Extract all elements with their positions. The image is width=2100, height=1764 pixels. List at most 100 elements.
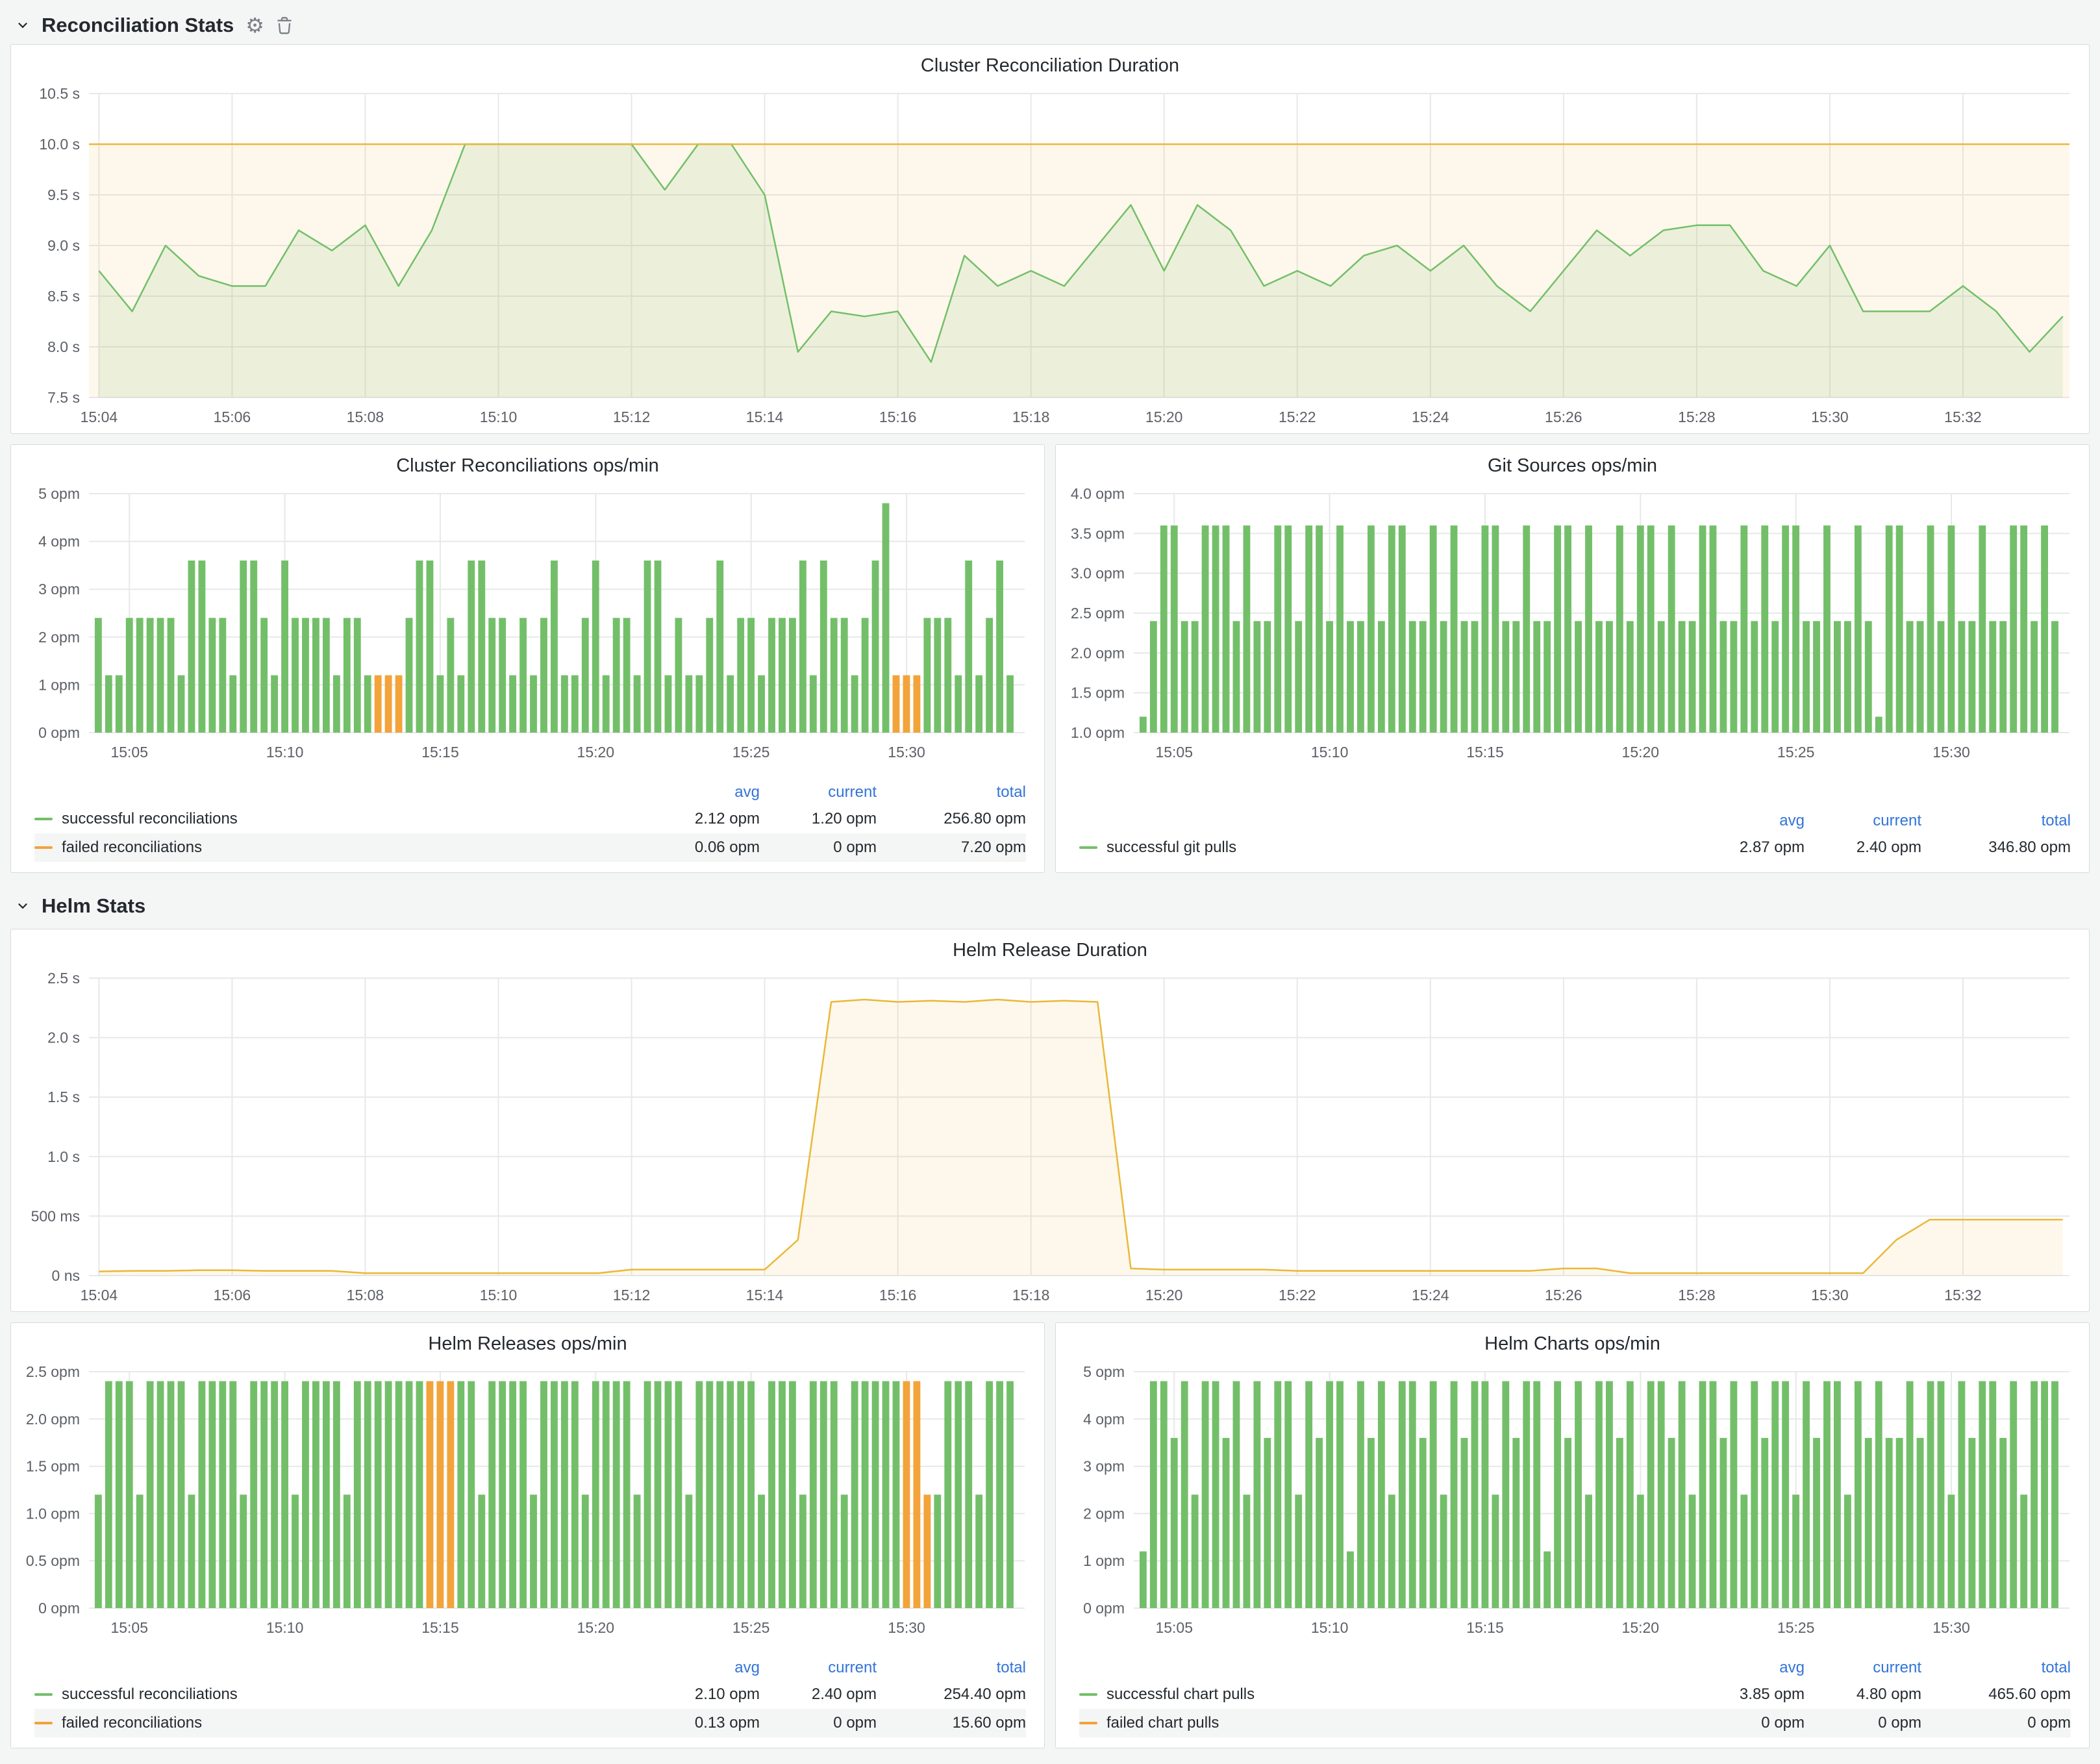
svg-text:0.5 opm: 0.5 opm [26,1552,80,1569]
svg-text:15:22: 15:22 [1279,409,1316,425]
legend-series-label[interactable]: failed reconciliations [34,838,630,857]
trash-icon[interactable] [276,16,293,35]
svg-text:15:05: 15:05 [1155,1619,1193,1636]
panel-title[interactable]: Helm Charts ops/min [1056,1323,2089,1360]
panel-cluster-reconciliation-duration: Cluster Reconciliation Duration 15:0415:… [10,44,2090,434]
legend-sort-avg[interactable]: avg [630,1659,760,1677]
svg-text:15:25: 15:25 [732,744,770,761]
svg-text:2.0 s: 2.0 s [47,1029,80,1046]
legend-value: 2.12 opm [630,810,760,828]
svg-text:3 opm: 3 opm [1083,1458,1125,1475]
legend-value: 346.80 opm [1921,838,2071,857]
svg-text:0 opm: 0 opm [38,1600,80,1617]
legend-series-label[interactable]: failed chart pulls [1079,1714,1675,1732]
section-title: Helm Stats [42,894,145,918]
svg-text:15:25: 15:25 [1777,744,1815,761]
legend-value: 0 opm [1675,1714,1805,1732]
svg-text:15:15: 15:15 [1466,1619,1504,1636]
panel-title[interactable]: Git Sources ops/min [1056,445,2089,482]
panel-title[interactable]: Helm Releases ops/min [11,1323,1044,1360]
helm-releases-opm-chart[interactable]: 15:0515:1015:1515:2015:2515:300 opm0.5 o… [11,1360,1044,1643]
legend-sort-current[interactable]: current [760,783,877,801]
git-sources-opm-chart[interactable]: 15:0515:1015:1515:2015:2515:301.0 opm1.5… [1056,482,2089,768]
legend-row: successful git pulls2.87 opm2.40 opm346.… [1079,833,2071,862]
legend-sort-avg[interactable]: avg [1675,1659,1805,1677]
svg-text:15:24: 15:24 [1412,1287,1449,1304]
legend-sort-current[interactable]: current [760,1659,877,1677]
series-color-dash [34,1693,53,1696]
legend-sort-current[interactable]: current [1805,1659,1921,1677]
svg-text:15:10: 15:10 [266,744,304,761]
legend-series-label[interactable]: failed reconciliations [34,1714,630,1732]
legend-sort-avg[interactable]: avg [630,783,760,801]
legend-sort-current[interactable]: current [1805,812,1921,830]
svg-text:1 opm: 1 opm [38,676,80,693]
legend-value: 0 opm [760,838,877,857]
chevron-down-icon[interactable] [16,18,30,32]
panel-helm-releases-opm: Helm Releases ops/min 15:0515:1015:1515:… [10,1322,1045,1748]
panel-cluster-reconciliations-opm: Cluster Reconciliations ops/min 15:0515:… [10,444,1045,873]
svg-text:15:28: 15:28 [1678,1287,1716,1304]
legend-value: 0 opm [1805,1714,1921,1732]
svg-text:15:20: 15:20 [1622,1619,1660,1636]
panel-title[interactable]: Cluster Reconciliation Duration [11,45,2089,82]
svg-text:500 ms: 500 ms [31,1207,80,1224]
section-header-reconciliation-stats[interactable]: Reconciliation Stats ⚙ [10,6,2090,44]
series-color-dash [1079,846,1097,849]
svg-text:4.0 opm: 4.0 opm [1071,485,1125,502]
svg-text:2.5 opm: 2.5 opm [1071,605,1125,622]
svg-text:15:05: 15:05 [1155,744,1193,761]
svg-text:15:10: 15:10 [1311,744,1349,761]
cluster-reconciliation-duration-chart[interactable]: 15:0415:0615:0815:1015:1215:1415:1615:18… [11,82,2089,433]
svg-text:1 opm: 1 opm [1083,1552,1125,1569]
svg-text:5 opm: 5 opm [1083,1363,1125,1380]
svg-text:15:14: 15:14 [746,1287,784,1304]
svg-text:1.0 opm: 1.0 opm [1071,724,1125,741]
legend-series-label[interactable]: successful git pulls [1079,838,1675,857]
legend-sort-total[interactable]: total [877,1659,1026,1677]
svg-text:1.5 opm: 1.5 opm [1071,685,1125,701]
legend-series-label[interactable]: successful reconciliations [34,1685,630,1704]
svg-text:15:12: 15:12 [613,1287,651,1304]
svg-text:15:18: 15:18 [1012,409,1050,425]
panel-title[interactable]: Cluster Reconciliations ops/min [11,445,1044,482]
gear-icon[interactable]: ⚙ [245,15,264,36]
svg-text:7.5 s: 7.5 s [47,389,80,406]
legend-sort-avg[interactable]: avg [1675,812,1805,830]
svg-text:0 opm: 0 opm [1083,1600,1125,1617]
section-header-helm-stats[interactable]: Helm Stats [10,883,2090,929]
svg-text:15:30: 15:30 [888,744,925,761]
svg-text:2.0 opm: 2.0 opm [26,1411,80,1428]
svg-text:15:32: 15:32 [1944,1287,1982,1304]
legend-series-label[interactable]: successful reconciliations [34,810,630,828]
legend-row: successful reconciliations2.10 opm2.40 o… [34,1680,1026,1709]
svg-text:15:30: 15:30 [1811,1287,1849,1304]
svg-text:0 ns: 0 ns [52,1267,80,1284]
legend-sort-total[interactable]: total [877,783,1026,801]
svg-text:15:32: 15:32 [1944,409,1982,425]
svg-text:9.5 s: 9.5 s [47,186,80,203]
legend-sort-total[interactable]: total [1921,1659,2071,1677]
svg-text:15:10: 15:10 [480,409,518,425]
legend-series-label[interactable]: successful chart pulls [1079,1685,1675,1704]
svg-text:15:25: 15:25 [1777,1619,1815,1636]
legend-header-row: avgcurrenttotal [1079,809,2071,833]
helm-charts-opm-chart[interactable]: 15:0515:1015:1515:2015:2515:300 opm1 opm… [1056,1360,2089,1643]
svg-text:15:22: 15:22 [1279,1287,1316,1304]
legend-value: 0 opm [1921,1714,2071,1732]
panel-title[interactable]: Helm Release Duration [11,929,2089,966]
legend-sort-total[interactable]: total [1921,812,2071,830]
cluster-reconciliations-opm-chart[interactable]: 15:0515:1015:1515:2015:2515:300 opm1 opm… [11,482,1044,768]
svg-text:15:26: 15:26 [1545,1287,1582,1304]
svg-text:15:10: 15:10 [480,1287,518,1304]
svg-text:15:15: 15:15 [421,1619,459,1636]
chevron-down-icon[interactable] [16,899,30,913]
svg-text:15:08: 15:08 [347,409,384,425]
svg-text:4 opm: 4 opm [38,533,80,550]
svg-text:15:10: 15:10 [266,1619,304,1636]
svg-text:15:12: 15:12 [613,409,651,425]
legend-value: 2.40 opm [760,1685,877,1704]
svg-text:4 opm: 4 opm [1083,1411,1125,1428]
helm-release-duration-chart[interactable]: 15:0415:0615:0815:1015:1215:1415:1615:18… [11,966,2089,1311]
legend-value: 0.06 opm [630,838,760,857]
